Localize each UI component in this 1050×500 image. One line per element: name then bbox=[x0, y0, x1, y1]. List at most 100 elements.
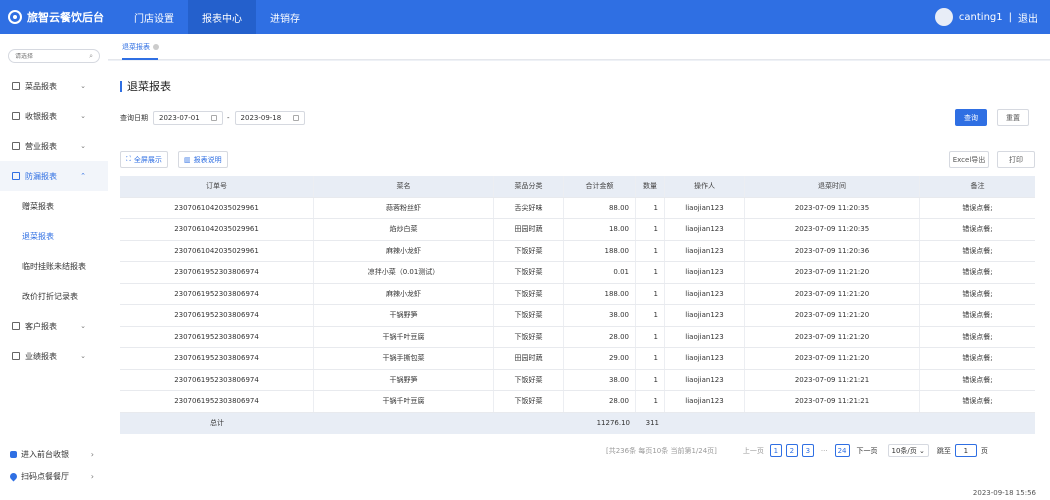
column-header[interactable]: 菜名 bbox=[314, 176, 494, 197]
table-row[interactable]: 2307061952303806974 干锅手撕包菜 田园时蔬 29.00 1 liaoj… bbox=[120, 348, 1035, 370]
return-time-cell: 2023-07-09 11:21:20 bbox=[745, 326, 920, 347]
dish-name-cell: 干锅野笋 bbox=[314, 305, 494, 326]
sidebar-item-cashier-report[interactable]: 收银报表 ⌄ bbox=[0, 101, 108, 131]
order-id-cell: 2307061042035029961 bbox=[120, 197, 314, 218]
order-id-cell: 2307061042035029961 bbox=[120, 240, 314, 261]
table-row[interactable]: 2307061952303806974 干锅千叶豆腐 下饭好菜 28.00 1 liaoj… bbox=[120, 391, 1035, 413]
end-date-value: 2023-09-18 bbox=[240, 114, 282, 122]
sidebar-item-label: 客户报表 bbox=[25, 321, 57, 331]
sidebar-sub-discount-report[interactable]: 改价打折记录表 bbox=[0, 281, 108, 311]
order-id-cell: 2307061042035029961 bbox=[120, 219, 314, 240]
goto-page-input[interactable] bbox=[954, 444, 977, 457]
page-size-select[interactable]: 10条/页 ⌄ bbox=[887, 444, 929, 457]
table-row[interactable]: 2307061042035029961 焰炒白菜 田园时蔬 18.00 1 liaojia… bbox=[120, 219, 1035, 241]
query-button[interactable]: 查询 bbox=[955, 109, 987, 126]
column-header[interactable]: 数量 bbox=[636, 176, 665, 197]
table-row[interactable]: 2307061952303806974 凉拌小菜（0.01测试） 下饭好菜 0.01 1… bbox=[120, 262, 1035, 284]
order-id-cell: 2307061952303806974 bbox=[120, 326, 314, 347]
separator: | bbox=[1008, 11, 1012, 23]
qty-cell: 1 bbox=[636, 219, 665, 240]
column-header[interactable]: 订单号 bbox=[120, 176, 314, 197]
end-date-field[interactable]: 2023-09-18 bbox=[234, 111, 305, 125]
amount-cell: 188.00 bbox=[564, 240, 636, 261]
operator-cell: liaojian123 bbox=[665, 348, 745, 369]
table-header-row: 订单号 菜名 菜品分类 合计金额 数量 操作人 退菜时间 备注 bbox=[120, 176, 1035, 198]
return-report-table: 订单号 菜名 菜品分类 合计金额 数量 操作人 退菜时间 备注 23070610… bbox=[120, 176, 1035, 434]
user-area: canting1 | 退出 bbox=[934, 0, 1038, 34]
page-button-1[interactable]: 1 bbox=[769, 444, 782, 457]
amount-cell: 188.00 bbox=[564, 283, 636, 304]
table-row[interactable]: 2307061952303806974 干锅野笋 下饭好菜 38.00 1 liaojia… bbox=[120, 369, 1035, 391]
tab-return-report[interactable]: 退菜报表 bbox=[122, 42, 159, 52]
sidebar-item-performance-report[interactable]: 业绩报表 ⌄ bbox=[0, 341, 108, 371]
return-time-cell: 2023-07-09 11:21:20 bbox=[745, 305, 920, 326]
report-icon bbox=[12, 112, 20, 120]
dish-name-cell: 干锅野笋 bbox=[314, 369, 494, 390]
print-button[interactable]: 打印 bbox=[997, 151, 1035, 168]
return-time-cell: 2023-07-09 11:21:21 bbox=[745, 369, 920, 390]
prev-page-button[interactable]: 上一页 bbox=[743, 446, 764, 456]
next-page-button[interactable]: 下一页 bbox=[857, 446, 878, 456]
chevron-down-icon: ⌄ bbox=[80, 142, 86, 150]
date-separator: - bbox=[227, 114, 230, 122]
sidebar-sub-gift-report[interactable]: 赠菜报表 bbox=[0, 191, 108, 221]
table-row[interactable]: 2307061042035029961 蒜蓉粉丝虾 舌尖好味 88.00 1 liaoji… bbox=[120, 197, 1035, 219]
sidebar-search-input[interactable] bbox=[15, 52, 75, 60]
top-navbar: 旅智云餐饮后台 门店设置 报表中心 进销存 canting1 | 退出 bbox=[0, 0, 1050, 34]
reset-button[interactable]: 重置 bbox=[997, 109, 1029, 126]
table-row[interactable]: 2307061042035029961 麻辣小龙虾 下饭好菜 188.00 1 liaoj… bbox=[120, 240, 1035, 262]
scan-order-link[interactable]: 扫码点餐餐厅 › bbox=[0, 466, 108, 486]
amount-cell: 18.00 bbox=[564, 219, 636, 240]
nav-tab-inventory[interactable]: 进销存 bbox=[256, 0, 314, 34]
column-header[interactable]: 菜品分类 bbox=[494, 176, 564, 197]
table-row[interactable]: 2307061952303806974 麻辣小龙虾 下饭好菜 188.00 1 liaoj… bbox=[120, 283, 1035, 305]
sidebar-item-business-report[interactable]: 营业报表 ⌄ bbox=[0, 131, 108, 161]
column-header[interactable]: 操作人 bbox=[665, 176, 745, 197]
nav-tab-store-settings[interactable]: 门店设置 bbox=[120, 0, 188, 34]
operator-cell: liaojian123 bbox=[665, 262, 745, 283]
query-date-label: 查询日期 bbox=[120, 114, 148, 122]
enter-front-cashier-link[interactable]: 进入前台收银 › bbox=[0, 444, 108, 464]
excel-export-button[interactable]: Excel导出 bbox=[949, 151, 989, 168]
report-help-button[interactable]: ▥ 报表说明 bbox=[178, 151, 228, 168]
close-icon[interactable] bbox=[153, 44, 159, 50]
qty-cell: 1 bbox=[636, 326, 665, 347]
sidebar-item-customer-report[interactable]: 客户报表 ⌄ bbox=[0, 311, 108, 341]
page-button-3[interactable]: 3 bbox=[801, 444, 814, 457]
username[interactable]: canting1 bbox=[959, 12, 1003, 23]
sidebar-sub-credit-report[interactable]: 临时挂账未结报表 bbox=[0, 251, 108, 281]
operator-cell: liaojian123 bbox=[665, 391, 745, 412]
remark-cell: 错误点餐; bbox=[962, 332, 993, 341]
remark-cell: 错误点餐; bbox=[962, 375, 993, 384]
nav-tab-report-center[interactable]: 报表中心 bbox=[188, 0, 256, 34]
table-row[interactable]: 2307061952303806974 干锅千叶豆腐 下饭好菜 28.00 1 liaoj… bbox=[120, 326, 1035, 348]
column-header[interactable]: 退菜时间 bbox=[745, 176, 920, 197]
table-row[interactable]: 2307061952303806974 干锅野笋 下饭好菜 38.00 1 liaojia… bbox=[120, 305, 1035, 327]
avatar[interactable] bbox=[934, 8, 953, 26]
sidebar-item-label: 业绩报表 bbox=[25, 351, 57, 361]
return-time-cell: 2023-07-09 11:21:21 bbox=[745, 391, 920, 412]
fullscreen-label: 全屏展示 bbox=[133, 155, 162, 164]
sidebar-sub-return-report[interactable]: 退菜报表 bbox=[0, 221, 108, 251]
chevron-up-icon: ⌃ bbox=[80, 172, 86, 180]
sidebar-search[interactable]: ⌕ bbox=[8, 49, 100, 63]
column-header[interactable]: 备注 bbox=[920, 176, 1035, 197]
sidebar-item-leak-report[interactable]: 防漏报表 ⌃ bbox=[0, 161, 108, 191]
calendar-icon bbox=[211, 115, 217, 121]
operator-cell: liaojian123 bbox=[665, 283, 745, 304]
main-content: 退菜报表 查询日期 2023-07-01 - 2023-09-18 查询 重置 … bbox=[108, 61, 1050, 500]
column-header[interactable]: 合计金额 bbox=[564, 176, 636, 197]
category-cell: 下饭好菜 bbox=[494, 305, 564, 326]
page-button-2[interactable]: 2 bbox=[785, 444, 798, 457]
order-id-cell: 2307061952303806974 bbox=[120, 369, 314, 390]
remark-cell: 错误点餐; bbox=[962, 354, 993, 363]
sidebar-item-dish-report[interactable]: 菜品报表 ⌄ bbox=[0, 71, 108, 101]
pagination-ellipsis: ··· bbox=[820, 446, 828, 455]
sidebar-item-label: 菜品报表 bbox=[25, 81, 57, 91]
fullscreen-button[interactable]: ⛶ 全屏展示 bbox=[120, 151, 168, 168]
start-date-field[interactable]: 2023-07-01 bbox=[153, 111, 223, 125]
category-cell: 下饭好菜 bbox=[494, 283, 564, 304]
search-icon[interactable]: ⌕ bbox=[89, 52, 93, 61]
page-button-last[interactable]: 24 bbox=[834, 444, 850, 457]
logout-link[interactable]: 退出 bbox=[1018, 10, 1038, 25]
